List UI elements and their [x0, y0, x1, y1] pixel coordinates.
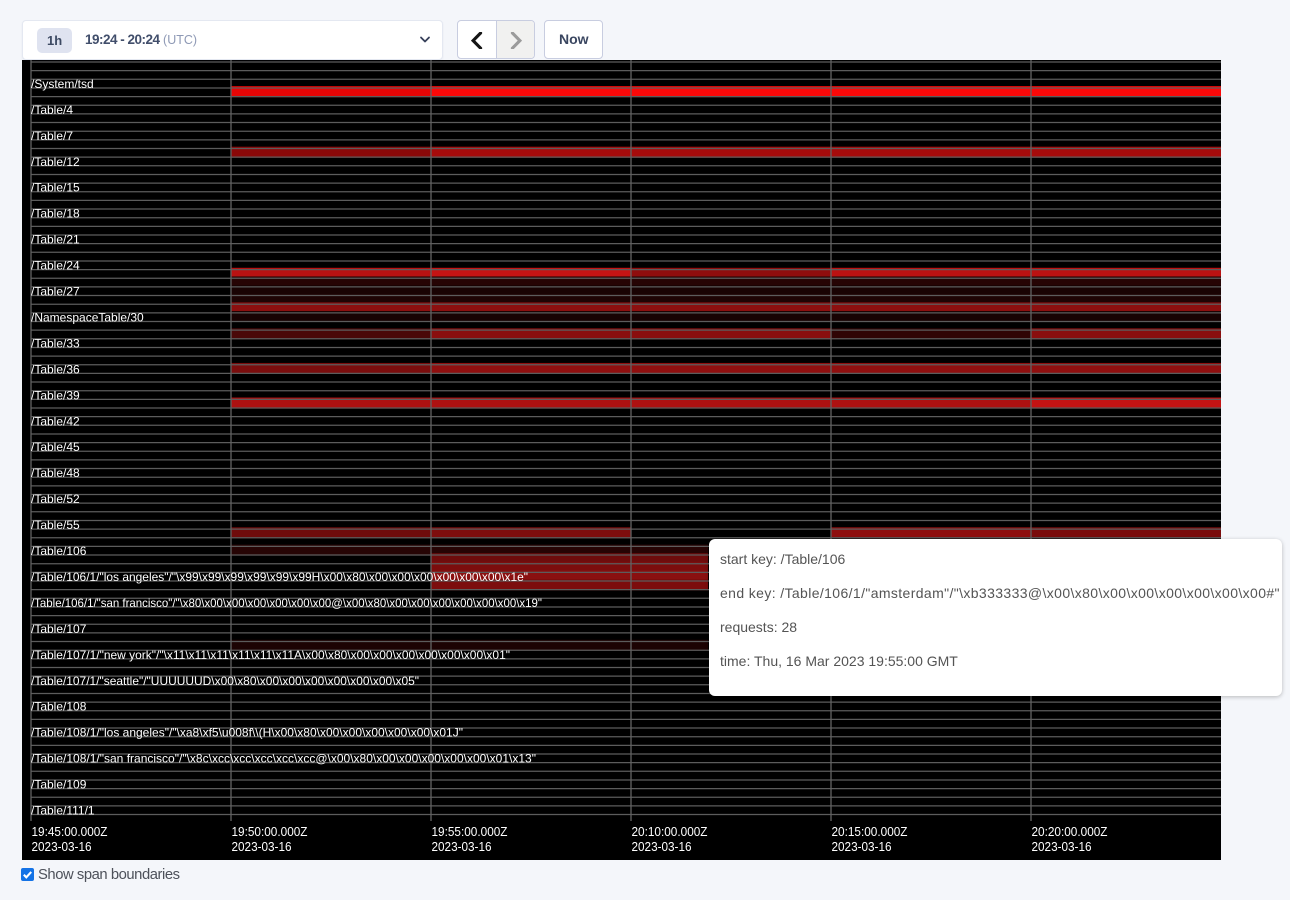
- svg-text:20:15:00.000Z: 20:15:00.000Z: [832, 825, 908, 839]
- svg-text:/Table/12: /Table/12: [31, 155, 80, 169]
- svg-text:/Table/107/1/"new york"/"\x11\: /Table/107/1/"new york"/"\x11\x11\x11\x1…: [31, 648, 510, 662]
- svg-text:/Table/111/1: /Table/111/1: [31, 804, 95, 818]
- svg-text:/System/tsd: /System/tsd: [31, 77, 94, 91]
- svg-text:/Table/7: /Table/7: [31, 129, 73, 143]
- svg-text:/Table/42: /Table/42: [31, 414, 80, 428]
- svg-text:/Table/55: /Table/55: [31, 518, 80, 532]
- svg-text:2023-03-16: 2023-03-16: [1032, 840, 1092, 854]
- svg-text:/Table/15: /Table/15: [31, 181, 80, 195]
- svg-text:19:55:00.000Z: 19:55:00.000Z: [432, 825, 508, 839]
- svg-text:/Table/109: /Table/109: [31, 778, 87, 792]
- svg-text:/Table/24: /Table/24: [31, 259, 80, 273]
- svg-text:/Table/106/1/"san francisco"/": /Table/106/1/"san francisco"/"\x80\x00\x…: [31, 596, 542, 610]
- svg-text:/NamespaceTable/30: /NamespaceTable/30: [31, 310, 144, 324]
- svg-text:/Table/108: /Table/108: [31, 700, 87, 714]
- svg-text:20:10:00.000Z: 20:10:00.000Z: [632, 825, 708, 839]
- svg-text:2023-03-16: 2023-03-16: [632, 840, 692, 854]
- svg-text:2023-03-16: 2023-03-16: [232, 840, 292, 854]
- svg-text:/Table/48: /Table/48: [31, 466, 80, 480]
- svg-text:/Table/27: /Table/27: [31, 285, 80, 299]
- svg-text:/Table/39: /Table/39: [31, 388, 80, 402]
- svg-text:/Table/106: /Table/106: [31, 544, 87, 558]
- svg-text:2023-03-16: 2023-03-16: [432, 840, 492, 854]
- svg-text:/Table/21: /Table/21: [31, 233, 80, 247]
- svg-text:/Table/108/1/"los angeles"/"\x: /Table/108/1/"los angeles"/"\xa8\xf5\u00…: [31, 726, 463, 740]
- svg-text:/Table/45: /Table/45: [31, 440, 80, 454]
- svg-text:/Table/106/1/"los angeles"/"\x: /Table/106/1/"los angeles"/"\x99\x99\x99…: [31, 570, 528, 584]
- svg-text:20:20:00.000Z: 20:20:00.000Z: [1032, 825, 1108, 839]
- svg-text:2023-03-16: 2023-03-16: [832, 840, 892, 854]
- svg-text:19:50:00.000Z: 19:50:00.000Z: [232, 825, 308, 839]
- svg-text:/Table/52: /Table/52: [31, 492, 80, 506]
- svg-text:/Table/108/1/"san francisco"/": /Table/108/1/"san francisco"/"\x8c\xcc\x…: [31, 752, 536, 766]
- svg-text:/Table/4: /Table/4: [31, 103, 73, 117]
- svg-text:/Table/107/1/"seattle"/"UUUUUU: /Table/107/1/"seattle"/"UUUUUUD\x00\x80\…: [31, 674, 419, 688]
- svg-text:/Table/107: /Table/107: [31, 622, 87, 636]
- svg-text:19:45:00.000Z: 19:45:00.000Z: [32, 825, 108, 839]
- svg-text:/Table/33: /Table/33: [31, 336, 80, 350]
- svg-text:/Table/18: /Table/18: [31, 207, 80, 221]
- svg-text:/Table/36: /Table/36: [31, 362, 80, 376]
- svg-text:2023-03-16: 2023-03-16: [32, 840, 92, 854]
